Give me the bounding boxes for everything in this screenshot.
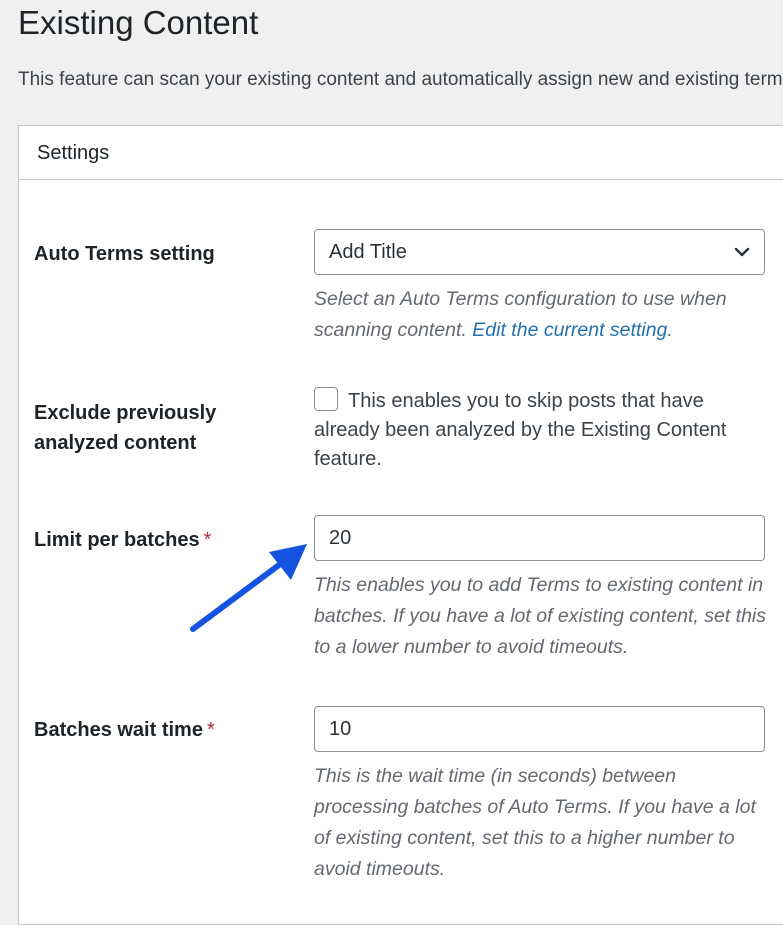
auto-terms-help-suffix: .: [667, 319, 673, 341]
exclude-label-line2: analyzed content: [34, 432, 197, 454]
exclude-label-line1: Exclude previously: [34, 402, 217, 424]
exclude-analyzed-checkbox[interactable]: [314, 387, 338, 411]
exclude-analyzed-label: Exclude previously analyzed content: [34, 398, 216, 458]
page-description: This feature can scan your existing cont…: [18, 69, 783, 90]
arrow-annotation-icon: [190, 544, 307, 632]
batches-wait-time-label: Batches wait time *: [34, 715, 215, 745]
exclude-checkbox-text: This enables you to skip posts that have…: [314, 390, 727, 470]
auto-terms-label: Auto Terms setting: [34, 243, 215, 265]
auto-terms-select[interactable]: Add Title: [314, 229, 765, 275]
auto-terms-help: Select an Auto Terms configuration to us…: [314, 284, 766, 346]
chevron-down-icon: [734, 247, 750, 257]
page-title: Existing Content: [18, 4, 259, 41]
auto-terms-field: Add Title Select an Auto Terms configura…: [314, 229, 766, 346]
edit-current-setting-link[interactable]: Edit the current setting: [472, 319, 667, 341]
auto-terms-selected-value: Add Title: [329, 240, 407, 263]
limit-label-text: Limit per batches: [34, 529, 200, 551]
wait-label-text: Batches wait time: [34, 719, 203, 741]
exclude-analyzed-field: This enables you to skip posts that have…: [314, 387, 766, 474]
batches-wait-time-field: This is the wait time (in seconds) betwe…: [314, 706, 766, 885]
wait-help: This is the wait time (in seconds) betwe…: [314, 765, 756, 880]
batches-wait-time-input[interactable]: [314, 706, 765, 752]
limit-per-batches-field: This enables you to add Terms to existin…: [314, 515, 766, 663]
required-mark: *: [206, 719, 215, 741]
settings-header: Settings: [19, 126, 783, 180]
limit-help: This enables you to add Terms to existin…: [314, 574, 767, 658]
exclude-checkbox-row: This enables you to skip posts that have…: [314, 387, 766, 474]
limit-per-batches-input[interactable]: [314, 515, 765, 561]
